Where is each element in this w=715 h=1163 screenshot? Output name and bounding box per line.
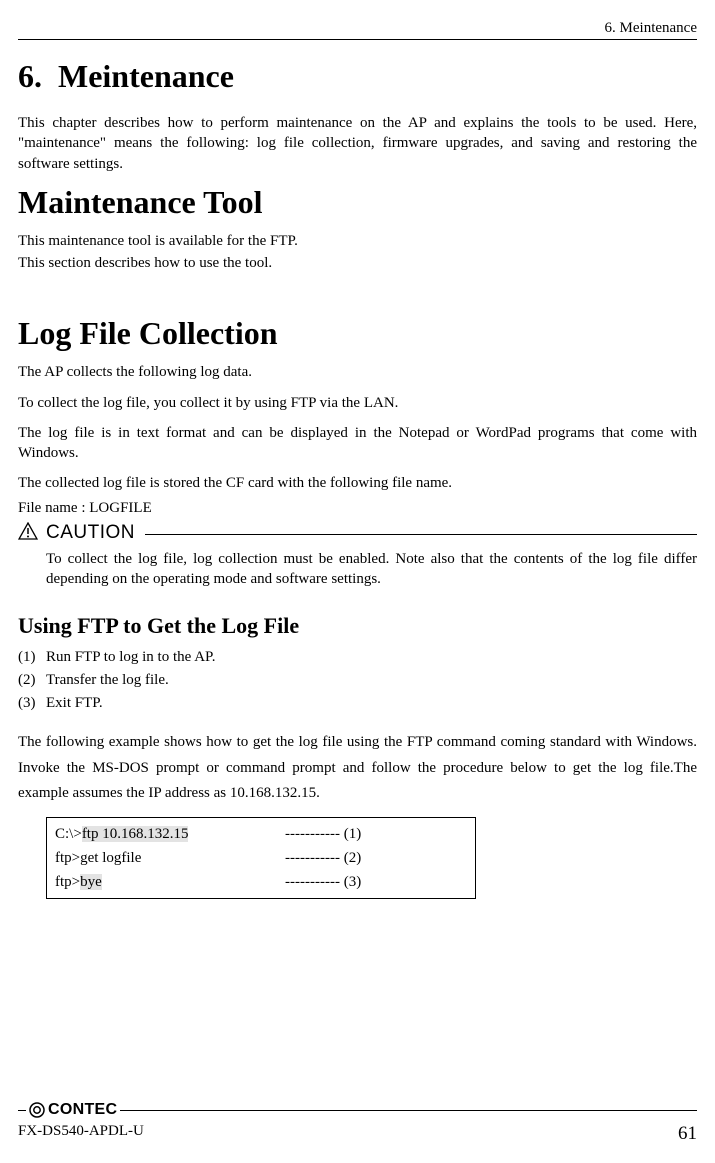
cmd2-text: ftp>get logfile [55, 846, 285, 870]
chapter-number: 6. [18, 58, 58, 94]
header-chapter-label: 6. Meintenance [18, 20, 697, 39]
brand-logo: CONTEC [26, 1101, 120, 1119]
chapter-title: Meintenance [58, 58, 234, 94]
footer-divider-right [120, 1110, 697, 1111]
brand-name: CONTEC [48, 1101, 117, 1119]
footer-divider-left [18, 1110, 26, 1111]
cmd-row-2: ftp>get logfile ----------- (2) [55, 846, 467, 870]
caution-header: CAUTION [18, 522, 697, 545]
caution-label: CAUTION [46, 522, 135, 544]
section1-p2: This section describes how to use the to… [18, 253, 697, 273]
subsection-using-ftp-heading: Using FTP to Get the Log File [18, 613, 697, 639]
cmd-row-3: ftp>bye ----------- (3) [55, 870, 467, 894]
step-2: (2)Transfer the log file. [18, 672, 697, 689]
section-log-file-collection-heading: Log File Collection [18, 315, 697, 352]
chapter-heading: 6.Meintenance [18, 58, 697, 95]
cmd2-marker: ----------- (2) [285, 846, 361, 870]
step-2-number: (2) [18, 672, 46, 689]
section1-p1: This maintenance tool is available for t… [18, 231, 697, 251]
step-1-text: Run FTP to log in to the AP. [46, 649, 215, 665]
example-intro: The following example shows how to get t… [18, 730, 697, 807]
section2-p4: The collected log file is stored the CF … [18, 473, 697, 493]
cmd-row-1: C:\>ftp 10.168.132.15 ----------- (1) [55, 822, 467, 846]
step-1-number: (1) [18, 649, 46, 666]
step-1: (1)Run FTP to log in to the AP. [18, 649, 697, 666]
command-example-box: C:\>ftp 10.168.132.15 ----------- (1) ft… [46, 817, 476, 899]
cmd3-highlight: bye [80, 874, 102, 890]
caution-body: To collect the log file, log collection … [46, 549, 697, 590]
section-maintenance-tool-heading: Maintenance Tool [18, 184, 697, 221]
caution-divider [145, 534, 697, 535]
cmd1-prompt: C:\> [55, 826, 82, 842]
cmd1-marker: ----------- (1) [285, 822, 361, 846]
page-number: 61 [678, 1123, 697, 1145]
step-2-text: Transfer the log file. [46, 672, 169, 688]
step-3-number: (3) [18, 695, 46, 712]
section2-p1: The AP collects the following log data. [18, 362, 697, 382]
filename-line: File name : LOGFILE [18, 498, 697, 518]
caution-block: CAUTION To collect the log file, log col… [18, 522, 697, 590]
header-divider [18, 39, 697, 40]
brand-mark-icon [29, 1102, 45, 1118]
step-3: (3)Exit FTP. [18, 695, 697, 712]
cmd1-highlight: ftp 10.168.132.15 [82, 826, 189, 842]
footer-model: FX-DS540-APDL-U [18, 1123, 144, 1145]
section2-p3: The log file is in text format and can b… [18, 423, 697, 464]
cmd3-prompt: ftp> [55, 874, 80, 890]
intro-paragraph: This chapter describes how to perform ma… [18, 113, 697, 174]
page-footer: CONTEC FX-DS540-APDL-U 61 [18, 1101, 697, 1145]
cmd3-marker: ----------- (3) [285, 870, 361, 894]
step-3-text: Exit FTP. [46, 695, 103, 711]
section2-p2: To collect the log file, you collect it … [18, 393, 697, 413]
warning-triangle-icon [18, 522, 38, 545]
